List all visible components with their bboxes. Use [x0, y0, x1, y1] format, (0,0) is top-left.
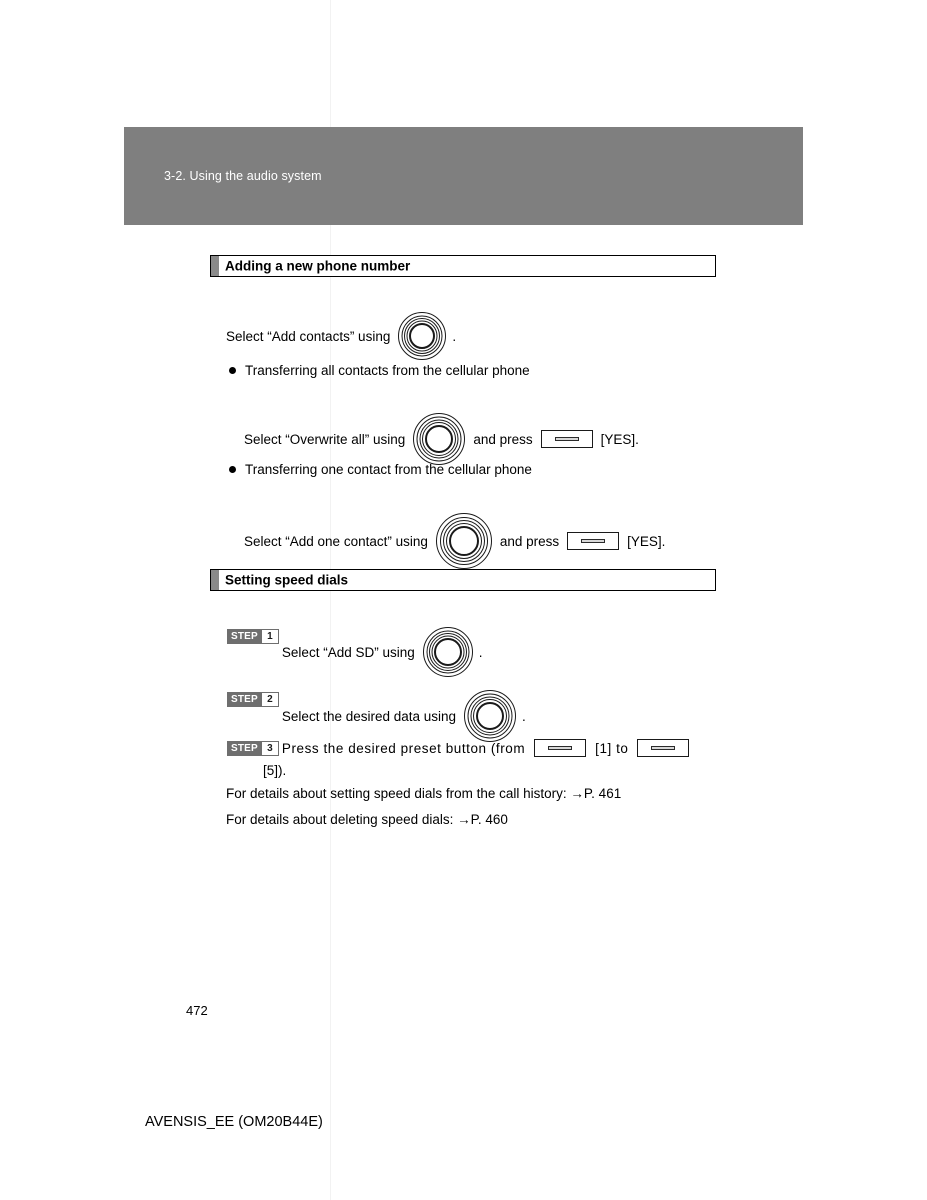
instruction-text-before: Select “Overwrite all” using — [244, 431, 406, 447]
step-text-before: Press the desired preset button (from — [281, 740, 526, 756]
section-header-setting-speed-dials: Setting speed dials — [210, 569, 716, 591]
bullet-dot-icon — [229, 367, 236, 374]
bullet-dot-icon — [229, 466, 236, 473]
preset-button-icon — [534, 739, 587, 757]
step-row-1: STEP 1 Select “Add SD” using . — [227, 627, 483, 677]
section-heading-text: Adding a new phone number — [225, 258, 411, 274]
preset-button-bar — [651, 746, 676, 750]
step-badge-number: 3 — [261, 742, 278, 755]
section-tab-marker — [211, 570, 219, 590]
preset-button-icon — [567, 532, 620, 550]
knob-icon — [422, 627, 473, 677]
step-badge-1: STEP 1 — [227, 629, 279, 644]
instruction-text-before: Select “Add one contact” using — [244, 533, 428, 549]
step-text-before: Select the desired data using — [281, 708, 457, 724]
instruction-text-after: . — [452, 328, 457, 344]
cross-reference-note-1: For details about setting speed dials fr… — [226, 786, 622, 801]
step-3-continuation-text: [5]). — [263, 763, 287, 778]
preset-button-bar — [581, 539, 606, 543]
page-number: 472 — [186, 1003, 208, 1018]
bullet-label: Transferring all contacts from the cellu… — [245, 363, 530, 378]
step-badge-word: STEP — [231, 694, 258, 705]
step-row-2: STEP 2 Select the desired data using . — [227, 690, 526, 742]
step-badge-word: STEP — [231, 631, 258, 642]
step-badge-word: STEP — [231, 743, 258, 754]
instruction-text-middle: and press — [499, 533, 560, 549]
knob-icon — [435, 513, 492, 569]
step-row-3: STEP 3 Press the desired preset button (… — [227, 739, 690, 757]
step-badge-3: STEP 3 — [227, 741, 279, 756]
bullet-transferring-all-contacts: Transferring all contacts from the cellu… — [229, 363, 530, 378]
knob-icon — [413, 413, 466, 465]
cross-reference-note-2: For details about deleting speed dials: … — [226, 812, 508, 827]
instruction-add-one-contact: Select “Add one contact” using and press… — [244, 513, 665, 569]
instruction-overwrite-all: Select “Overwrite all” using and press [… — [244, 413, 639, 465]
bullet-transferring-one-contact: Transferring one contact from the cellul… — [229, 462, 532, 477]
running-header-banner: 3-2. Using the audio system — [124, 127, 803, 225]
step-badge-number: 2 — [261, 693, 278, 706]
preset-button-icon — [540, 430, 593, 448]
step-text-after: . — [478, 644, 483, 660]
step-badge-number: 1 — [261, 630, 278, 643]
preset-button-bar — [554, 437, 579, 441]
manual-page: 3-2. Using the audio system Adding a new… — [0, 0, 927, 1200]
running-header-title: 3-2. Using the audio system — [164, 169, 322, 183]
instruction-add-contacts: Select “Add contacts” using . — [226, 312, 456, 360]
section-heading-text: Setting speed dials — [225, 572, 349, 588]
preset-button-icon — [637, 739, 690, 757]
step-text-before: Select “Add SD” using — [281, 644, 415, 660]
preset-button-bar — [548, 746, 573, 750]
bullet-label: Transferring one contact from the cellul… — [245, 462, 532, 477]
instruction-text-before: Select “Add contacts” using — [226, 328, 391, 344]
knob-icon — [398, 312, 447, 360]
instruction-text-after: [YES]. — [627, 533, 666, 549]
instruction-text-middle: and press — [473, 431, 533, 447]
step-badge-2: STEP 2 — [227, 692, 279, 707]
document-footer-code: AVENSIS_EE (OM20B44E) — [145, 1114, 323, 1130]
section-tab-marker — [211, 256, 219, 276]
knob-icon — [464, 690, 517, 742]
instruction-text-after: [YES]. — [600, 431, 639, 447]
step-text-middle: [1] to — [595, 740, 629, 756]
section-header-adding-a-new-phone-number: Adding a new phone number — [210, 255, 716, 277]
step-text-after: . — [522, 708, 526, 724]
